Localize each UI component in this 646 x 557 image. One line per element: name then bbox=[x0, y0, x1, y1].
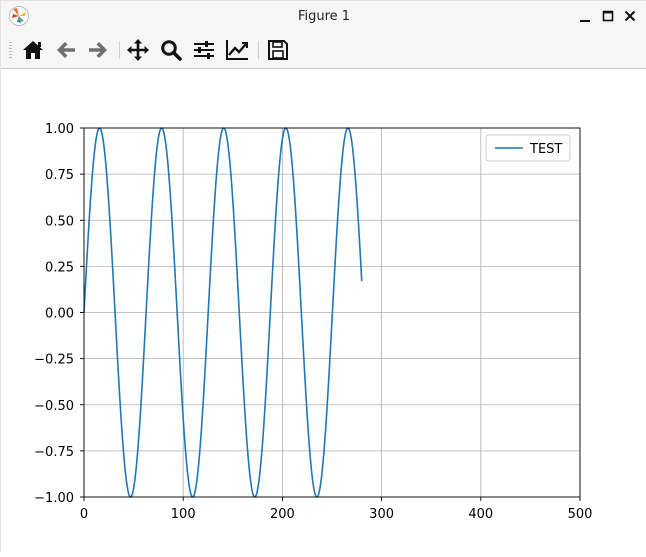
x-tick-label: 100 bbox=[171, 507, 196, 522]
zoom-icon bbox=[161, 40, 182, 61]
y-tick-label: −0.50 bbox=[34, 399, 74, 414]
zoom-button[interactable] bbox=[158, 38, 184, 62]
y-tick-label: 0.25 bbox=[45, 260, 74, 275]
home-icon bbox=[23, 41, 43, 59]
y-tick-label: 0.00 bbox=[45, 307, 74, 322]
home-button[interactable] bbox=[20, 38, 46, 62]
legend-label: TEST bbox=[529, 142, 562, 157]
forward-button[interactable] bbox=[85, 38, 111, 62]
y-tick-label: −0.25 bbox=[34, 353, 74, 368]
window-title: Figure 1 bbox=[297, 9, 351, 24]
close-icon bbox=[624, 10, 636, 22]
toolbar-grip[interactable] bbox=[9, 42, 12, 58]
save-icon bbox=[268, 40, 288, 60]
figure-canvas[interactable]: 0 100 200 300 400 500 −1.00 −0.75 −0.50 −0.25 0.00… bbox=[1, 69, 646, 553]
customize-button[interactable] bbox=[224, 38, 250, 62]
maximize-button[interactable] bbox=[597, 5, 619, 27]
y-tick-label: 0.50 bbox=[45, 214, 74, 229]
minimize-icon bbox=[580, 20, 590, 22]
back-button[interactable] bbox=[53, 38, 79, 62]
arrow-left-icon bbox=[57, 42, 75, 58]
x-tick-label: 500 bbox=[568, 507, 593, 522]
figure-window: Figure 1 0 100 200 300 400 500 −1.00 −0.… bbox=[0, 0, 646, 553]
navigation-toolbar bbox=[1, 32, 646, 69]
maximize-icon bbox=[602, 10, 614, 22]
save-button[interactable] bbox=[265, 38, 291, 62]
x-tick-label: 400 bbox=[468, 507, 493, 522]
x-tick-label: 300 bbox=[369, 507, 394, 522]
y-tick-label: −1.00 bbox=[34, 491, 74, 506]
line-chart-icon bbox=[226, 40, 248, 60]
pan-button[interactable] bbox=[125, 38, 151, 62]
subplots-button[interactable] bbox=[191, 38, 217, 62]
toolbar-separator bbox=[119, 41, 120, 59]
x-tick-label: 200 bbox=[270, 507, 295, 522]
y-tick-label: −0.75 bbox=[34, 445, 74, 460]
minimize-button[interactable] bbox=[574, 5, 596, 27]
sliders-icon bbox=[194, 41, 214, 59]
title-bar: Figure 1 bbox=[1, 1, 646, 32]
close-button[interactable] bbox=[619, 5, 641, 27]
plot-svg[interactable]: 0 100 200 300 400 500 −1.00 −0.75 −0.50 −0.25 0.00… bbox=[1, 69, 646, 553]
y-tick-label: 1.00 bbox=[45, 122, 74, 137]
x-tick-label: 0 bbox=[80, 507, 88, 522]
move-icon bbox=[127, 39, 149, 61]
y-tick-label: 0.75 bbox=[45, 168, 74, 183]
toolbar-separator bbox=[258, 41, 259, 59]
arrow-right-icon bbox=[89, 42, 107, 58]
